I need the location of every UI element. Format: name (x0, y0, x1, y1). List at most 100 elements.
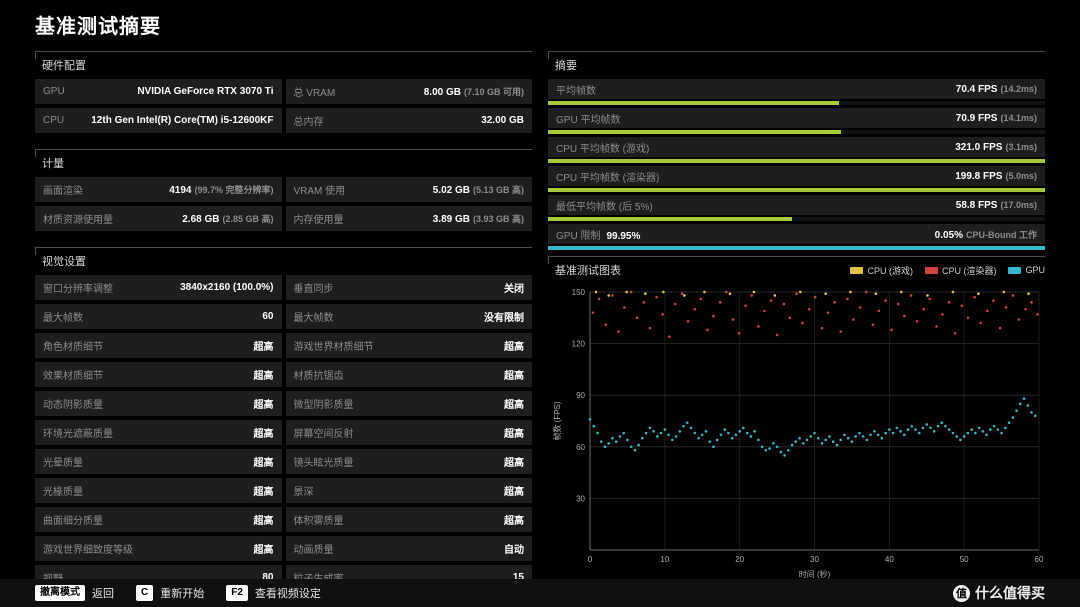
svg-text:30: 30 (810, 555, 819, 564)
legend-label: CPU (渲染器) (941, 265, 997, 276)
render-value: 4194 (169, 185, 192, 196)
setting-row: 微型阴影质量 超高 (285, 391, 532, 416)
summary-sub: (14.1ms) (1000, 112, 1037, 123)
summary-label: GPU 平均帧数 (556, 114, 621, 126)
svg-text:50: 50 (960, 555, 969, 564)
setting-label: 环境光遮蔽质量 (43, 429, 113, 440)
setting-value: 关闭 (504, 284, 524, 295)
summary-bar-fill (548, 130, 842, 134)
setting-label: 角色材质细节 (43, 342, 103, 353)
summary-bar-fill (548, 101, 840, 105)
ram-value: 32.00 GB (481, 115, 524, 126)
legend-swatch-cyan (1008, 266, 1022, 274)
summary-item-gpu-limited: GPU 限制 99.95% 0.05% CPU-Bound 工作 (548, 224, 1045, 250)
svg-text:10: 10 (660, 555, 669, 564)
setting-value: 超高 (504, 371, 524, 382)
setting-row: 游戏世界细致度等级 超高 (35, 536, 282, 561)
vram-use-value: 5.02 GB (432, 185, 470, 196)
setting-row: 效果材质细节 超高 (35, 362, 282, 387)
chart-section: 基准测试图表 CPU (游戏) CPU (渲染器) GPU 0 10 20 30 40 5… (548, 256, 1045, 584)
summary-item-cpu-sim-fps: CPU 平均帧数 (游戏) 321.0 FPS (3.1ms) (548, 137, 1045, 163)
gpu-limited-right-group: 0.05% CPU-Bound 工作 (935, 228, 1037, 241)
summary-value-group: 321.0 FPS (3.1ms) (955, 142, 1037, 153)
setting-label: 光椽质量 (43, 487, 83, 498)
right-column: 摘要 平均帧数 70.4 FPS (14.2ms) GPU 平均帧数 70.9 … (548, 51, 1045, 606)
metrics-section-header: 计量 (35, 149, 532, 177)
setting-label: 曲面细分质量 (43, 516, 103, 527)
setting-value: 自动 (504, 545, 524, 556)
setting-row: 角色材质细节 超高 (35, 333, 282, 358)
tex-use-value-group: 2.68 GB (2.85 GB 高) (182, 212, 273, 225)
render-sub: (99.7% 完整分辨率) (194, 185, 274, 195)
render-label: 画面渲染 (43, 186, 83, 197)
vram-value: 8.00 GB (423, 87, 461, 98)
setting-value: 超高 (253, 545, 274, 556)
setting-value: 超高 (504, 429, 524, 440)
metrics-row-tex-use: 材质资源使用量 2.68 GB (2.85 GB 高) (35, 206, 282, 231)
setting-row: 镜头眩光质量 超高 (285, 449, 532, 474)
video-settings-label: 查看视频设定 (254, 588, 321, 600)
setting-row: 体积雾质量 超高 (285, 507, 532, 532)
footer-action-back[interactable]: 撤离模式 返回 (35, 585, 114, 601)
setting-value: 超高 (253, 516, 274, 527)
setting-row: 最大帧数 没有限制 (285, 304, 532, 329)
setting-row: 景深 超高 (285, 478, 532, 503)
setting-value: 超高 (504, 458, 524, 469)
setting-value: 超高 (253, 458, 274, 469)
summary-label: CPU 平均帧数 (游戏) (556, 143, 650, 155)
chart-title: 基准测试图表 (555, 265, 621, 277)
summary-value-group: 70.9 FPS (14.1ms) (956, 113, 1037, 124)
setting-row: 动画质量 自动 (285, 536, 532, 561)
summary-item-gpu-avg-fps: GPU 平均帧数 70.9 FPS (14.1ms) (548, 108, 1045, 134)
summary-item-avg-fps: 平均帧数 70.4 FPS (14.2ms) (548, 79, 1045, 105)
metrics-section: 计量 画面渲染 4194 (99.7% 完整分辨率) VRAM 使用 5.02 … (35, 149, 532, 231)
summary-bar-track (548, 130, 1045, 134)
legend-swatch-red (924, 266, 938, 274)
hardware-row-vram: 总 VRAM 8.00 GB (7.10 GB 可用) (285, 79, 532, 104)
setting-value: 60 (262, 311, 274, 322)
tex-use-label: 材质资源使用量 (43, 215, 113, 226)
setting-row: 光椽质量 超高 (35, 478, 282, 503)
setting-value: 超高 (504, 342, 524, 353)
summary-value: 99.95% (606, 230, 641, 242)
tex-use-value: 2.68 GB (182, 214, 220, 225)
tex-use-sub: (2.85 GB 高) (222, 214, 274, 224)
svg-text:40: 40 (885, 555, 894, 564)
summary-value: 321.0 FPS (955, 141, 1003, 153)
f2-key-badge: F2 (226, 585, 248, 601)
footer-action-restart[interactable]: C 重新开始 (136, 585, 204, 601)
summary-bar-fill (548, 188, 1045, 192)
cpu-bound-label: CPU-Bound 工作 (966, 229, 1037, 240)
summary-value-group: 70.4 FPS (14.2ms) (956, 84, 1037, 95)
chart-legend: CPU (游戏) CPU (渲染器) GPU (850, 264, 1045, 277)
cpu-value: 12th Gen Intel(R) Core(TM) i5-12600KF (91, 115, 274, 126)
watermark-logo-icon: 值 (953, 584, 970, 602)
vram-label: 总 VRAM (293, 88, 336, 99)
setting-row: 曲面细分质量 超高 (35, 507, 282, 532)
metrics-row-mem-use: 内存使用量 3.89 GB (3.93 GB 高) (285, 206, 532, 231)
svg-text:帧数 (FPS): 帧数 (FPS) (552, 401, 562, 440)
watermark: 值 什么值得买 (953, 583, 1045, 603)
svg-text:120: 120 (572, 340, 586, 349)
setting-label: 最大帧数 (43, 313, 83, 324)
legend-item-cpu-game: CPU (游戏) (850, 264, 913, 277)
svg-text:60: 60 (576, 443, 585, 452)
setting-row: 窗口分辨率调整 3840x2160 (100.0%) (35, 275, 282, 300)
svg-text:90: 90 (576, 391, 585, 400)
setting-row: 光晕质量 超高 (35, 449, 282, 474)
setting-label: 微型阴影质量 (293, 400, 354, 411)
svg-text:60: 60 (1035, 555, 1044, 564)
setting-label: 镜头眩光质量 (293, 458, 354, 469)
chart-section-header: 基准测试图表 CPU (游戏) CPU (渲染器) GPU (548, 256, 1045, 284)
setting-value: 超高 (253, 371, 274, 382)
setting-label: 效果材质细节 (43, 371, 103, 382)
setting-row: 动态阴影质量 超高 (35, 391, 282, 416)
hardware-section-header: 硬件配置 (35, 51, 532, 79)
footer-action-video-settings[interactable]: F2 查看视频设定 (226, 585, 321, 601)
setting-row: 垂直同步 关闭 (285, 275, 532, 300)
svg-text:20: 20 (735, 555, 744, 564)
summary-bar-fill (548, 159, 1045, 163)
setting-value: 超高 (253, 429, 274, 440)
metrics-grid: 画面渲染 4194 (99.7% 完整分辨率) VRAM 使用 5.02 GB … (35, 177, 532, 231)
hardware-row-ram: 总内存 32.00 GB (285, 108, 532, 133)
